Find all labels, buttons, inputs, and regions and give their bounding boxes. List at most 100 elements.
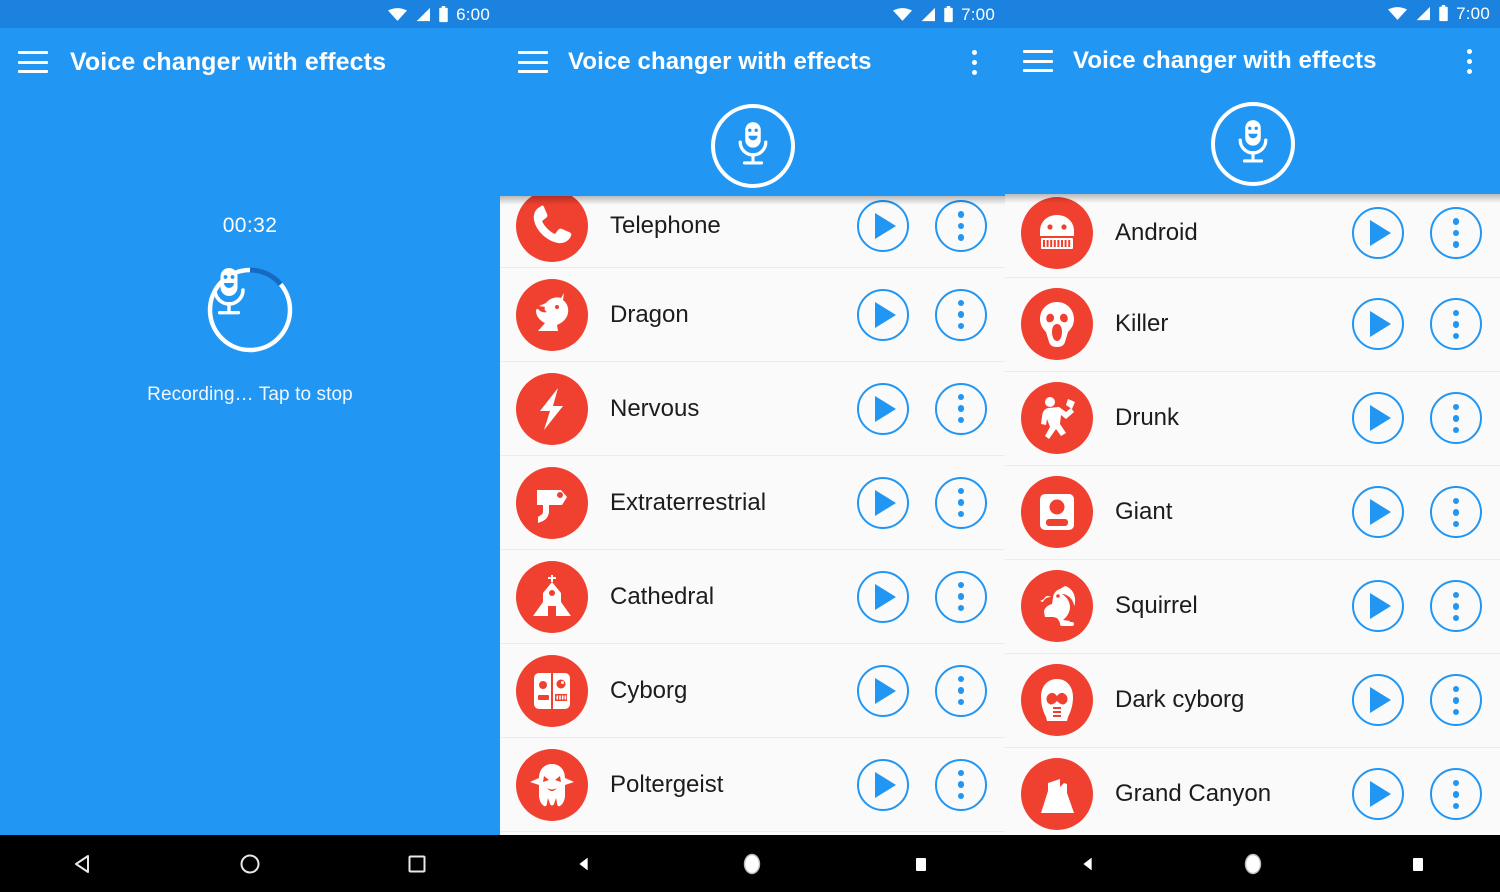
- play-icon[interactable]: [857, 288, 909, 341]
- list-item[interactable]: Dark cyborg: [1005, 653, 1500, 748]
- overflow-menu-icon[interactable]: [935, 664, 987, 717]
- list-item-label: Giant: [1115, 498, 1173, 526]
- list-item[interactable]: Killer: [1005, 277, 1500, 372]
- list-item[interactable]: Squirrel: [1005, 559, 1500, 654]
- mic-fab-area: [500, 96, 1005, 196]
- list-item[interactable]: Cyborg: [500, 644, 1005, 738]
- record-fab-button[interactable]: [710, 104, 795, 188]
- status-bar: 7:00: [500, 0, 1005, 28]
- overflow-menu-icon[interactable]: [1430, 486, 1482, 539]
- home-circle-icon[interactable]: [717, 835, 787, 892]
- overflow-menu-icon[interactable]: [1430, 674, 1482, 727]
- list-item-label: Cyborg: [610, 676, 688, 704]
- list-item[interactable]: Android: [1005, 193, 1500, 278]
- list-item[interactable]: Grand Canyon: [1005, 747, 1500, 836]
- hamburger-menu-icon[interactable]: [18, 51, 48, 73]
- battery-icon: [944, 5, 953, 22]
- record-fab-button[interactable]: [1210, 102, 1295, 187]
- overflow-menu-icon[interactable]: [935, 476, 987, 529]
- list-item[interactable]: Cathedral: [500, 550, 1005, 644]
- overflow-menu-icon[interactable]: [1430, 298, 1482, 351]
- home-circle-icon[interactable]: [215, 835, 285, 892]
- overflow-menu-icon[interactable]: [1430, 768, 1482, 821]
- microphone-smiley-icon: [206, 266, 294, 354]
- status-bar: 7:00: [1005, 0, 1500, 28]
- signal-icon: [416, 7, 431, 21]
- android-robot-face-icon: [1021, 196, 1093, 269]
- effects-list-screen-left: 7:00 Voice changer with effects Telephon…: [500, 0, 1005, 892]
- overflow-menu-icon[interactable]: [1430, 392, 1482, 445]
- scream-mask-icon: [1021, 288, 1093, 361]
- home-circle-icon[interactable]: [1218, 835, 1288, 892]
- dancing-person-icon: [1021, 382, 1093, 455]
- list-item-label: Android: [1115, 218, 1198, 246]
- play-icon[interactable]: [857, 664, 909, 717]
- play-icon[interactable]: [1352, 674, 1404, 727]
- play-icon[interactable]: [1352, 392, 1404, 445]
- signal-icon: [921, 7, 936, 21]
- overflow-menu-icon[interactable]: [935, 570, 987, 623]
- wifi-icon: [1388, 7, 1408, 21]
- wifi-icon: [388, 7, 408, 21]
- overflow-menu-icon[interactable]: [935, 758, 987, 811]
- list-item[interactable]: Poltergeist: [500, 738, 1005, 832]
- play-icon[interactable]: [1352, 580, 1404, 633]
- screenshot-root: 6:00 Voice changer with effects 00:32 Re…: [0, 0, 1500, 892]
- effects-list[interactable]: Telephone Dragon Nervous Extraterrestria…: [500, 196, 1005, 835]
- overflow-menu-icon[interactable]: [1430, 580, 1482, 633]
- list-item[interactable]: Dragon: [500, 268, 1005, 362]
- list-item-label: Extraterrestrial: [610, 488, 767, 516]
- status-bar: 6:00: [0, 0, 500, 28]
- play-icon[interactable]: [1352, 298, 1404, 351]
- back-triangle-icon[interactable]: [549, 835, 619, 892]
- play-icon[interactable]: [857, 476, 909, 529]
- list-item[interactable]: Extraterrestrial: [500, 456, 1005, 550]
- page-title: Voice changer with effects: [568, 48, 872, 75]
- hamburger-menu-icon[interactable]: [518, 51, 548, 73]
- play-icon[interactable]: [857, 570, 909, 623]
- microphone-smiley-icon: [1232, 117, 1274, 172]
- list-item-label: Dragon: [610, 300, 689, 328]
- overflow-menu-icon[interactable]: [935, 200, 987, 252]
- microphone-smiley-icon: [732, 119, 774, 174]
- battery-icon: [1439, 5, 1448, 22]
- play-icon[interactable]: [1352, 768, 1404, 821]
- app-bar: Voice changer with effects: [0, 28, 500, 96]
- overflow-menu-icon[interactable]: [935, 382, 987, 435]
- back-triangle-icon[interactable]: [48, 835, 118, 892]
- list-item-label: Cathedral: [610, 582, 715, 610]
- list-item[interactable]: Drunk: [1005, 371, 1500, 466]
- status-time: 7:00: [1456, 4, 1490, 24]
- overflow-menu-icon[interactable]: [1430, 206, 1482, 259]
- list-item[interactable]: Giant: [1005, 465, 1500, 560]
- status-icons: [1388, 5, 1449, 22]
- list-item-label: Dark cyborg: [1115, 686, 1245, 714]
- lightning-bolt-icon: [516, 372, 588, 445]
- back-triangle-icon[interactable]: [1053, 835, 1123, 892]
- recents-square-icon[interactable]: [382, 835, 452, 892]
- effects-list[interactable]: Android Killer Drunk Giant Squirrel Dark…: [1005, 193, 1500, 836]
- overflow-menu-icon[interactable]: [1456, 45, 1482, 77]
- overflow-menu-icon[interactable]: [961, 46, 987, 78]
- page-title: Voice changer with effects: [1073, 47, 1377, 75]
- app-bar: Voice changer with effects: [1005, 27, 1500, 95]
- overflow-menu-icon[interactable]: [935, 288, 987, 341]
- play-icon[interactable]: [1352, 206, 1404, 259]
- recents-square-icon[interactable]: [1383, 835, 1453, 892]
- canyon-mesa-icon: [1021, 758, 1093, 831]
- list-item[interactable]: Telephone: [500, 196, 1005, 268]
- list-item[interactable]: Nervous: [500, 362, 1005, 456]
- record-stop-button[interactable]: [206, 266, 294, 354]
- play-icon[interactable]: [1352, 486, 1404, 539]
- play-icon[interactable]: [857, 382, 909, 435]
- signal-icon: [1416, 7, 1431, 21]
- list-item-label: Poltergeist: [610, 770, 724, 798]
- dragon-head-icon: [516, 278, 588, 351]
- hamburger-menu-icon[interactable]: [1023, 50, 1053, 73]
- dark-helmet-icon: [1021, 664, 1093, 737]
- list-item-label: Telephone: [610, 212, 721, 239]
- play-icon[interactable]: [857, 200, 909, 252]
- recording-screen: 6:00 Voice changer with effects 00:32 Re…: [0, 0, 500, 892]
- play-icon[interactable]: [857, 758, 909, 811]
- recents-square-icon[interactable]: [886, 835, 956, 892]
